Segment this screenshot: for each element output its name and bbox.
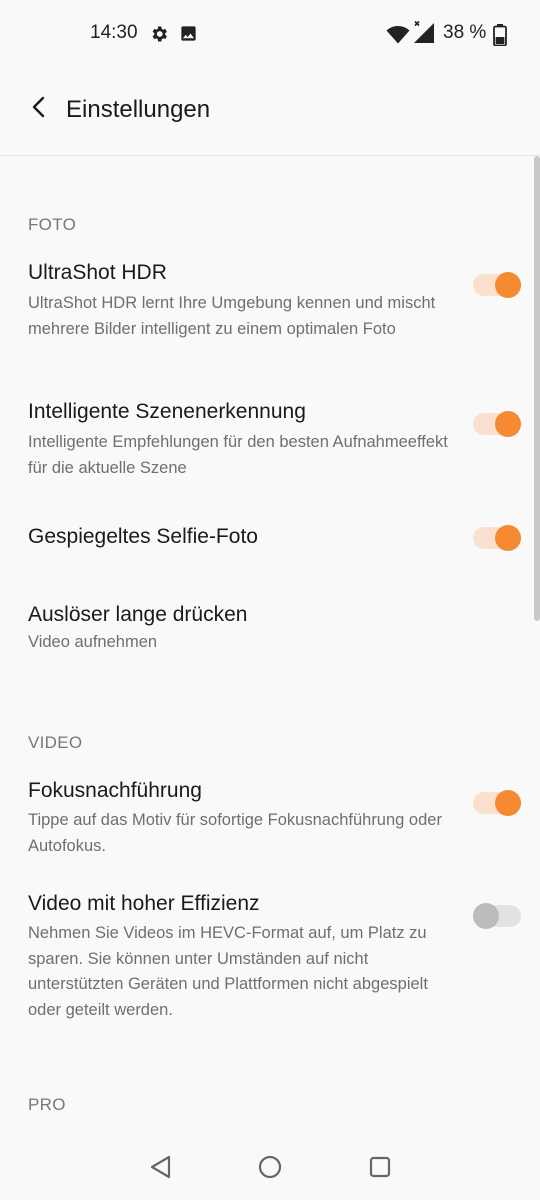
back-triangle-icon <box>148 1155 174 1184</box>
battery-percent: 38 % <box>443 22 487 43</box>
image-icon <box>179 24 198 48</box>
setting-scene-detection[interactable]: Intelligente Szenenerkennung Intelligent… <box>0 400 540 480</box>
hevc-video-toggle[interactable] <box>473 903 521 929</box>
app-bar: Einstellungen <box>0 70 540 156</box>
setting-ultrashot-hdr[interactable]: UltraShot HDR UltraShot HDR lernt Ihre U… <box>0 261 540 371</box>
setting-focus-tracking[interactable]: Fokusnachführung Tippe auf das Motiv für… <box>0 779 540 859</box>
focus-tracking-toggle[interactable] <box>473 790 521 816</box>
battery-icon <box>493 24 507 51</box>
setting-title: Video mit hoher Effizienz <box>28 892 260 915</box>
status-time: 14:30 <box>90 22 138 43</box>
nav-back-button[interactable] <box>148 1154 174 1180</box>
chevron-left-icon <box>31 96 47 123</box>
toggle-knob <box>473 903 499 929</box>
scrollbar[interactable] <box>534 156 540 621</box>
setting-hevc-video[interactable]: Video mit hoher Effizienz Nehmen Sie Vid… <box>0 892 540 1022</box>
setting-title: UltraShot HDR <box>28 261 167 284</box>
page-title: Einstellungen <box>66 96 211 123</box>
recents-square-icon <box>367 1156 393 1184</box>
setting-description: Nehmen Sie Videos im HEVC-Format auf, um… <box>28 924 428 1019</box>
setting-description: UltraShot HDR lernt Ihre Umgebung kennen… <box>28 294 436 338</box>
status-bar: 14:30 38 % <box>0 0 540 70</box>
toggle-knob <box>495 790 521 816</box>
setting-description: Tippe auf das Motiv für sofortige Fokusn… <box>28 811 442 855</box>
section-header-video: VIDEO <box>28 733 83 752</box>
scene-detection-toggle[interactable] <box>473 411 521 437</box>
section-header-pro: PRO <box>28 1095 66 1114</box>
home-circle-icon <box>257 1155 283 1184</box>
section-header-foto: FOTO <box>28 215 77 234</box>
ultrashot-hdr-toggle[interactable] <box>473 272 521 298</box>
setting-title: Fokusnachführung <box>28 779 202 802</box>
setting-title: Auslöser lange drücken <box>28 603 248 626</box>
gear-icon <box>149 24 169 49</box>
setting-title: Intelligente Szenenerkennung <box>28 400 306 423</box>
setting-description: Intelligente Empfehlungen für den besten… <box>28 433 448 477</box>
toggle-knob <box>495 525 521 551</box>
wifi-icon <box>386 25 410 49</box>
settings-list[interactable]: FOTO UltraShot HDR UltraShot HDR lernt I… <box>0 156 540 1126</box>
setting-title: Gespiegeltes Selfie-Foto <box>28 525 258 548</box>
nav-recents-button[interactable] <box>367 1154 393 1180</box>
toggle-knob <box>495 272 521 298</box>
back-button[interactable] <box>22 92 56 126</box>
signal-icon <box>412 20 436 49</box>
toggle-knob <box>495 411 521 437</box>
navigation-bar <box>0 1126 540 1200</box>
setting-description: Video aufnehmen <box>28 633 158 651</box>
setting-mirrored-selfie[interactable]: Gespiegeltes Selfie-Foto <box>0 525 540 555</box>
nav-home-button[interactable] <box>257 1154 283 1180</box>
mirrored-selfie-toggle[interactable] <box>473 525 521 551</box>
setting-long-press-shutter[interactable]: Auslöser lange drücken Video aufnehmen <box>0 603 540 658</box>
